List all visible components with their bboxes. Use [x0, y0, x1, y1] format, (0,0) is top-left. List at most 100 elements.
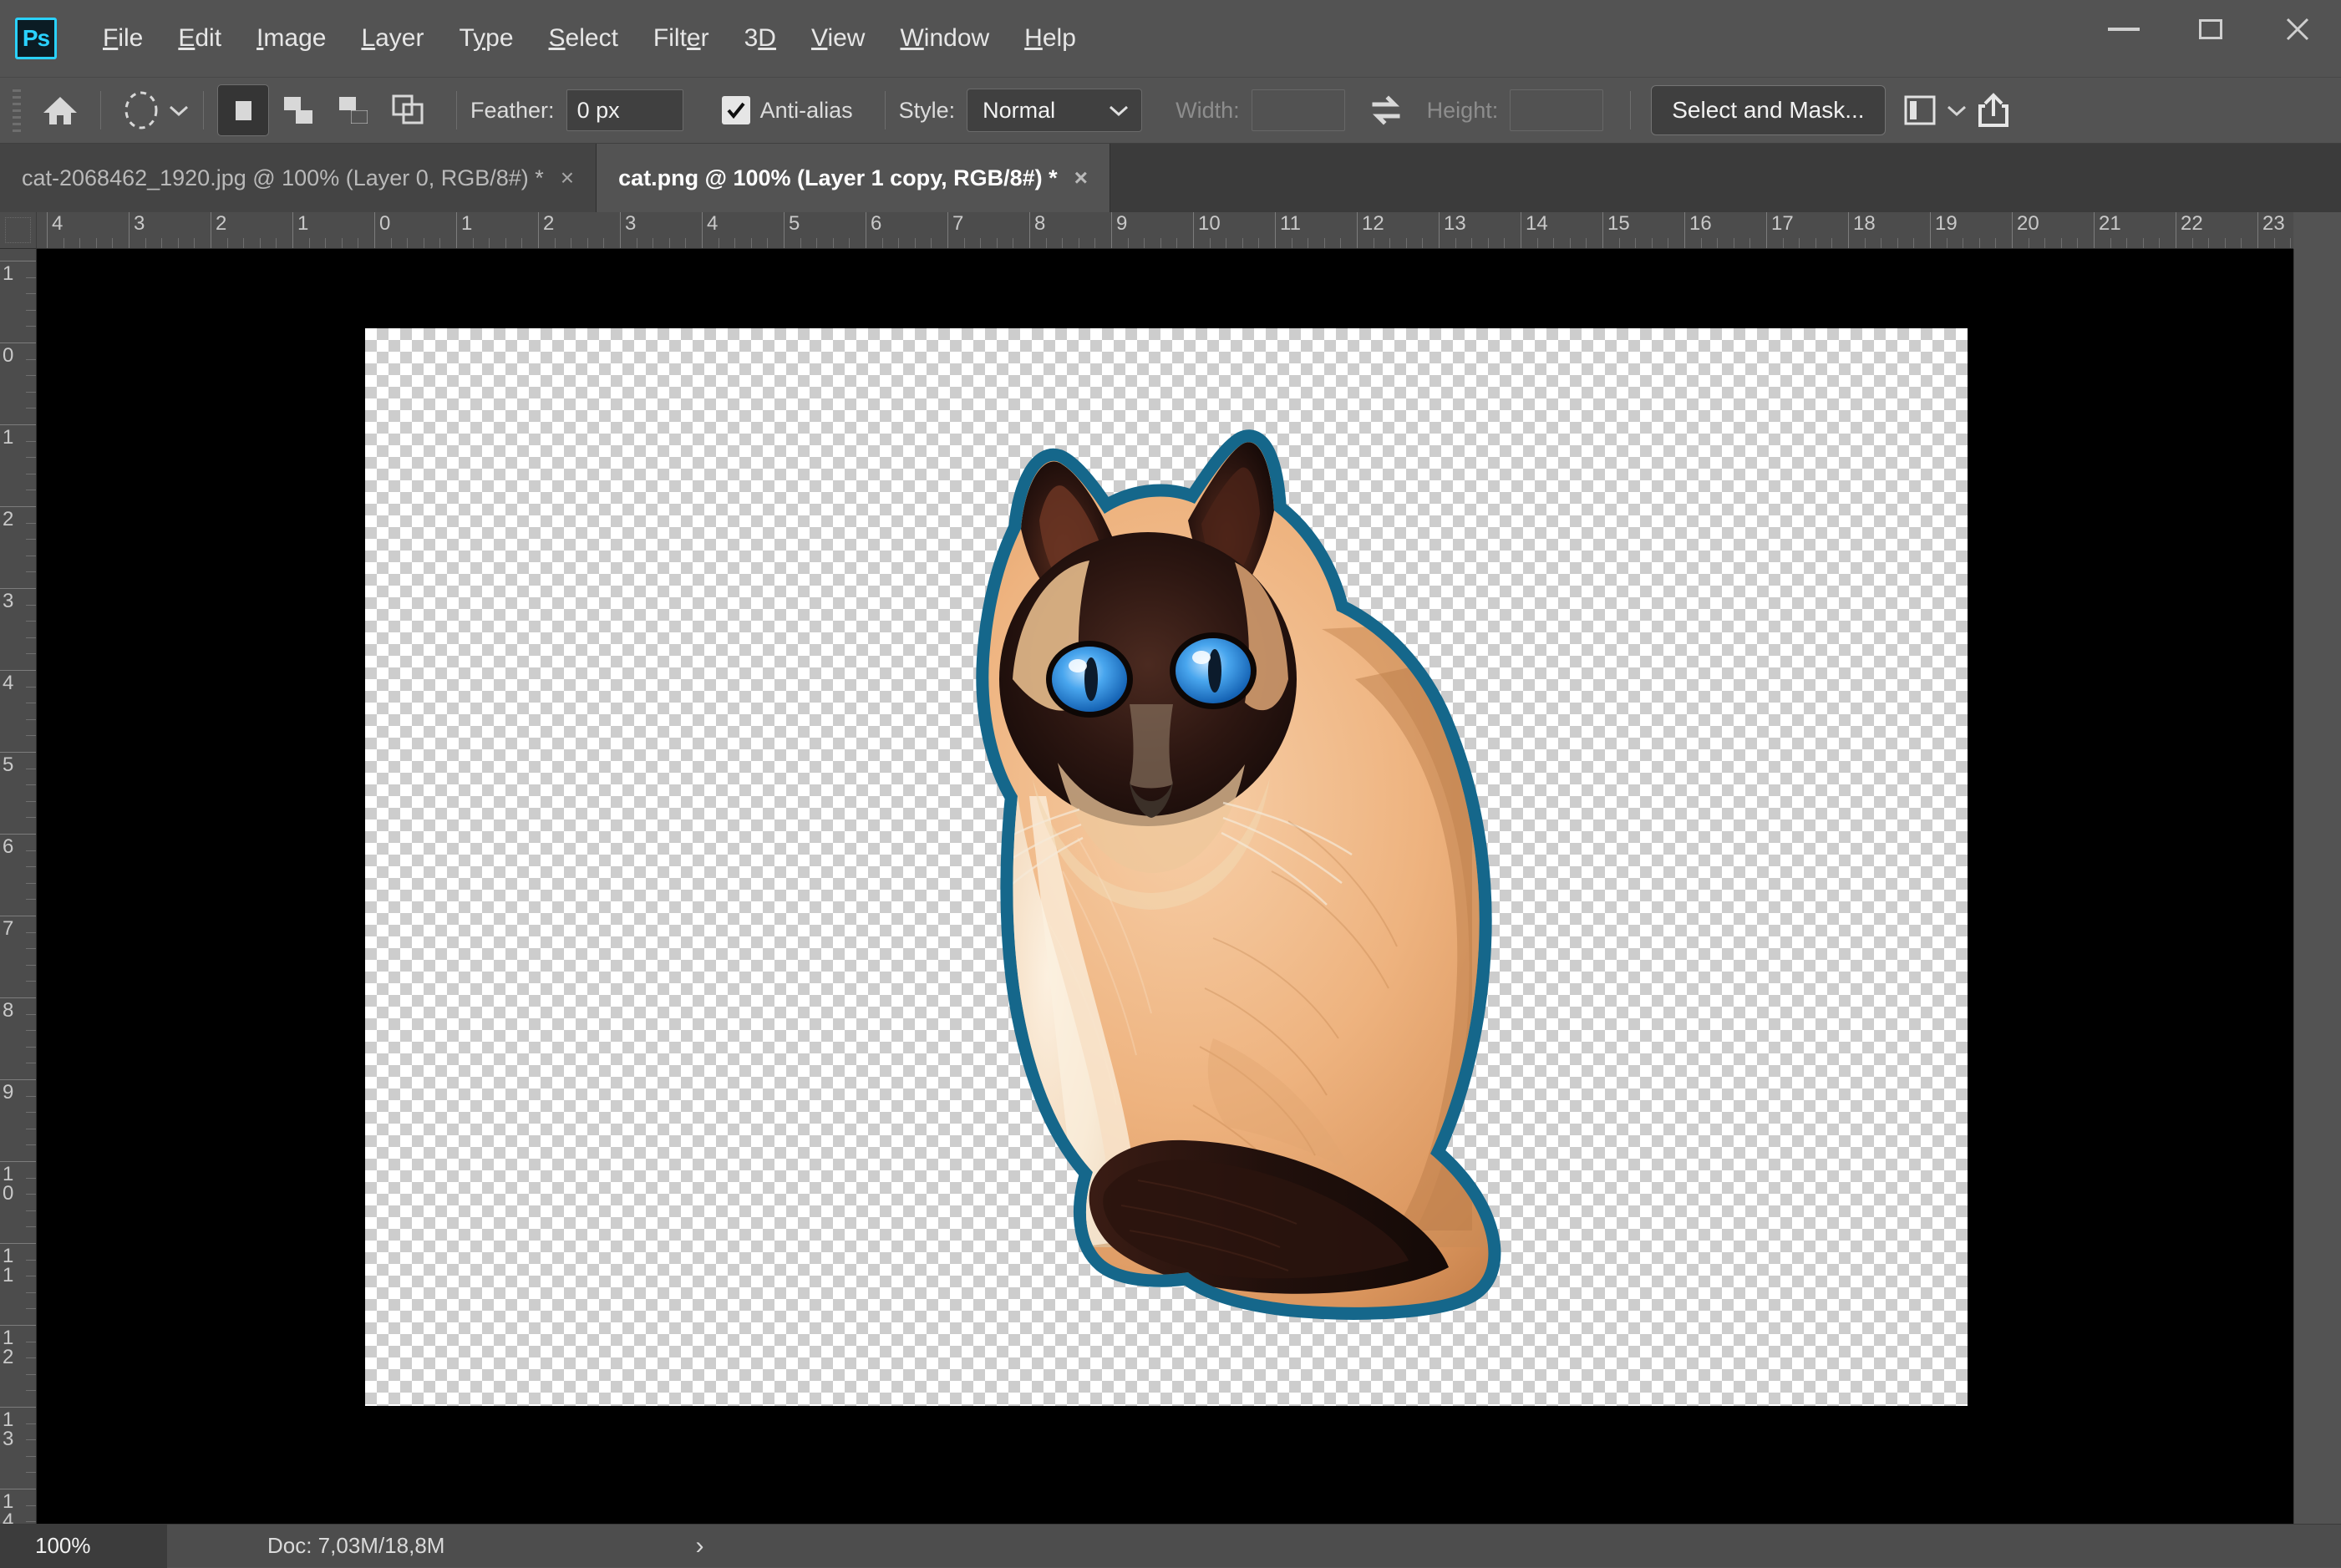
- h-ruler-minor-tick: [226, 238, 228, 248]
- h-ruler-minor-tick: [931, 238, 932, 248]
- h-ruler-minor-tick: [79, 238, 81, 248]
- menu-help[interactable]: Help: [1007, 0, 1094, 77]
- document-tab-1[interactable]: cat.png @ 100% (Layer 1 copy, RGB/8#) * …: [597, 144, 1111, 212]
- v-ruler-minor-tick: [26, 1046, 36, 1048]
- v-ruler-label: 12: [3, 1327, 14, 1368]
- minimize-button[interactable]: [2080, 0, 2167, 58]
- h-ruler-label: 22: [2181, 212, 2203, 235]
- h-ruler-minor-tick: [145, 238, 146, 248]
- h-ruler-minor-tick: [734, 238, 736, 248]
- siamese-cat-image: [976, 429, 1501, 1320]
- active-tool-button[interactable]: [114, 84, 168, 136]
- menu-filter[interactable]: Filter: [636, 0, 727, 77]
- share-export-button[interactable]: [1968, 84, 2019, 136]
- menu-select[interactable]: Select: [531, 0, 636, 77]
- v-ruler-minor-tick: [26, 1455, 36, 1457]
- vertical-ruler[interactable]: 101234567891011121314: [0, 249, 37, 1524]
- v-ruler-minor-tick: [26, 981, 36, 982]
- selection-mode-intersect[interactable]: [383, 84, 434, 136]
- h-ruler-minor-tick: [1209, 238, 1211, 248]
- tool-preset-chevron[interactable]: [168, 84, 190, 136]
- selection-mode-new[interactable]: [217, 84, 269, 136]
- selection-mode-add[interactable]: [272, 84, 324, 136]
- h-ruler-minor-tick: [881, 238, 883, 248]
- menu-image[interactable]: Image: [239, 0, 343, 77]
- h-ruler-minor-tick: [1586, 238, 1587, 248]
- v-ruler-label: 3: [3, 590, 14, 612]
- h-ruler-label: 11: [1280, 212, 1301, 235]
- h-ruler-minor-tick: [685, 238, 687, 248]
- options-bar-drag-handle[interactable]: [8, 86, 27, 134]
- h-ruler-minor-tick: [1749, 238, 1751, 248]
- canvas-row: 101234567891011121314: [0, 249, 2341, 1524]
- menu-type[interactable]: Type: [441, 0, 531, 77]
- v-ruler-label: 1: [3, 426, 14, 449]
- right-panel-strip[interactable]: [2293, 249, 2341, 1524]
- h-ruler-label: 7: [952, 212, 964, 235]
- v-ruler-major-tick: [0, 1243, 36, 1244]
- select-and-mask-button[interactable]: Select and Mask...: [1651, 85, 1886, 135]
- workspace-chevron[interactable]: [1946, 84, 1968, 136]
- h-ruler-label: 8: [1034, 212, 1046, 235]
- document-tab-0-close-icon[interactable]: ×: [561, 166, 574, 190]
- menu-view[interactable]: View: [794, 0, 882, 77]
- h-ruler-minor-tick: [1978, 238, 1980, 248]
- v-ruler-minor-tick: [26, 1357, 36, 1359]
- close-button[interactable]: [2254, 0, 2341, 58]
- menu-3d[interactable]: 3D: [727, 0, 794, 77]
- h-ruler-minor-tick: [1831, 238, 1833, 248]
- v-ruler-minor-tick: [26, 1373, 36, 1375]
- h-ruler-minor-tick: [1340, 238, 1342, 248]
- anti-alias-checkbox[interactable]: [721, 96, 750, 124]
- h-ruler-major-tick: [702, 212, 703, 248]
- v-ruler-minor-tick: [26, 358, 36, 360]
- h-ruler-minor-tick: [1160, 238, 1161, 248]
- h-ruler-minor-tick: [1258, 238, 1260, 248]
- canvas-viewport[interactable]: [37, 249, 2293, 1524]
- h-ruler-major-tick: [1848, 212, 1849, 248]
- v-ruler-label: 10: [3, 1163, 14, 1205]
- photoshop-logo-text: Ps: [22, 25, 50, 51]
- width-label: Width:: [1176, 97, 1240, 123]
- h-ruler-minor-tick: [2191, 238, 2193, 248]
- artboard-transparent-canvas[interactable]: [365, 328, 1968, 1406]
- h-ruler-label: 2: [543, 212, 555, 235]
- v-ruler-major-tick: [0, 588, 36, 589]
- document-tab-0[interactable]: cat-2068462_1920.jpg @ 100% (Layer 0, RG…: [0, 144, 597, 212]
- document-tab-1-close-icon[interactable]: ×: [1074, 166, 1088, 190]
- menu-edit[interactable]: Edit: [160, 0, 239, 77]
- horizontal-ruler[interactable]: 4 3 2 1 0 1 2 3 4 5 6 7 8 9 10 11 12 13 14 15 16 17 18 19 20 21 22…: [37, 212, 2293, 249]
- v-ruler-major-tick: [0, 1407, 36, 1408]
- v-ruler-minor-tick: [26, 1439, 36, 1441]
- document-tab-bar: cat-2068462_1920.jpg @ 100% (Layer 0, RG…: [0, 144, 2341, 212]
- v-ruler-major-tick: [0, 424, 36, 425]
- maximize-button[interactable]: [2167, 0, 2254, 58]
- maximize-icon: [2199, 19, 2222, 39]
- menu-window[interactable]: Window: [882, 0, 1007, 77]
- h-ruler-minor-tick: [2290, 238, 2292, 248]
- h-ruler-major-tick: [1193, 212, 1194, 248]
- ruler-origin-corner[interactable]: [0, 212, 37, 249]
- workspace-panel-button[interactable]: [1894, 84, 1946, 136]
- v-ruler-minor-tick: [26, 1472, 36, 1474]
- h-ruler-minor-tick: [1389, 238, 1391, 248]
- share-export-icon: [1978, 93, 2008, 127]
- status-expand-arrow[interactable]: ›: [695, 1532, 703, 1560]
- zoom-level-field[interactable]: 100%: [0, 1524, 167, 1568]
- v-ruler-label: 5: [3, 754, 14, 776]
- h-ruler-minor-tick: [1176, 238, 1178, 248]
- selection-mode-subtract[interactable]: [328, 84, 379, 136]
- home-button[interactable]: [33, 84, 87, 136]
- swap-width-height-button[interactable]: [1360, 84, 1412, 136]
- h-ruler-minor-tick: [1405, 238, 1407, 248]
- h-ruler-label: 3: [134, 212, 145, 235]
- style-select[interactable]: Normal: [967, 89, 1143, 132]
- menu-file[interactable]: File: [85, 0, 160, 77]
- add-to-selection-icon: [284, 97, 312, 124]
- h-ruler-minor-tick: [832, 238, 834, 248]
- h-ruler-minor-tick: [276, 238, 277, 248]
- cat-artwork[interactable]: [854, 403, 1589, 1347]
- menu-layer[interactable]: Layer: [343, 0, 441, 77]
- feather-input[interactable]: 0 px: [566, 89, 683, 131]
- workspace-panel-icon: [1904, 95, 1936, 125]
